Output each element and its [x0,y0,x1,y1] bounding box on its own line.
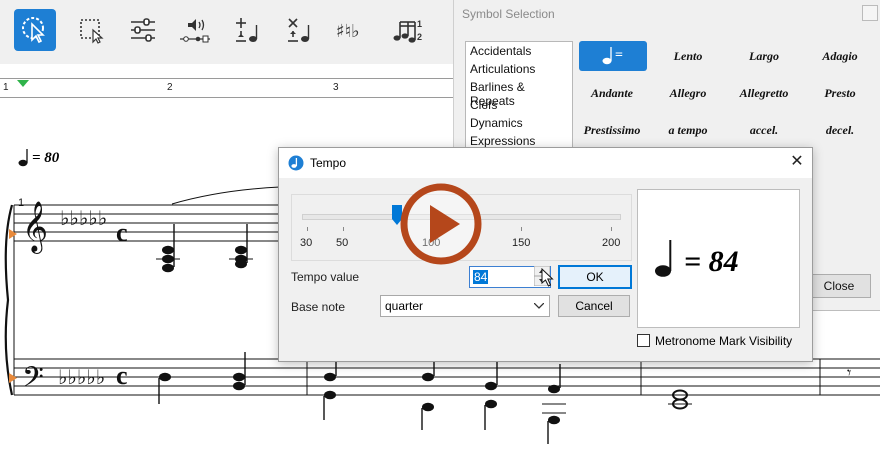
metronome-visibility-checkbox[interactable] [637,334,650,347]
symbol-selection-title: Symbol Selection [462,7,555,21]
tempo-titlebar: Tempo ✕ [279,148,812,178]
playhead-marker-icon [17,80,29,87]
symbol-presto[interactable]: Presto [807,86,873,101]
base-note-label: Base note [291,300,346,314]
symbol-largo[interactable]: Largo [731,49,797,64]
category-item[interactable]: Clefs [466,96,572,114]
symbol-adagio[interactable]: Adagio [807,49,873,64]
play-icon[interactable] [400,183,482,265]
ok-button[interactable]: OK [558,265,632,289]
ruler-measure-1: 1 [3,82,9,93]
tempo-preview-text: = 84 [684,245,739,278]
symbol-andante[interactable]: Andante [579,86,645,101]
timeline-ruler[interactable]: 1 2 3 [0,78,455,98]
delete-note-button[interactable] [278,9,320,51]
tempo-preview: = 84 [637,189,800,328]
symbol-accel[interactable]: accel. [731,123,797,138]
ruler-measure-2: 2 [167,82,173,93]
svg-text:2: 2 [417,32,422,42]
time-signature-bass: c [116,361,128,390]
delete-note-icon [288,18,310,42]
key-signature-treble: ♭♭♭♭♭ [60,206,107,230]
symbol-allegretto[interactable]: Allegretto [731,86,797,101]
category-list[interactable]: Accidentals Articulations Barlines & Rep… [465,41,573,153]
symbol-decel[interactable]: decel. [807,123,873,138]
scale-label: 150 [512,237,531,249]
quarter-note-icon [602,47,612,65]
metronome-visibility-label: Metronome Mark Visibility [655,334,793,348]
quarter-note-icon [655,240,672,277]
category-item[interactable]: Barlines & Repeats [466,78,572,108]
symbol-metronome-mark[interactable]: = [579,41,647,71]
symbol-prestissimo[interactable]: Prestissimo [579,123,645,138]
scale-label: 50 [336,237,349,249]
base-note-select[interactable]: quarter [380,295,550,317]
playback-icon [180,19,210,43]
select-tool-button[interactable] [14,9,56,51]
tempo-mark-text: = 80 [32,150,60,166]
tuplet-icon: 12 [393,19,422,43]
accidentals-icon: ♯♮♭ [336,21,360,42]
tempo-dialog-title: Tempo [310,156,347,170]
cancel-button[interactable]: Cancel [558,295,630,317]
scale-label: 30 [300,237,313,249]
treble-notes [156,224,253,273]
mixer-sliders-icon [131,18,155,42]
accidentals-button[interactable]: ♯♮♭ [330,9,372,51]
key-signature-bass: ♭♭♭♭♭ [58,365,105,389]
symbol-equals: = [615,48,623,63]
app-logo-icon [288,155,304,171]
category-item[interactable]: Accidentals [466,42,572,60]
category-item[interactable]: Dynamics [466,114,572,132]
main-toolbar: ♯♮♭ 12 [0,0,455,64]
tempo-dialog: Tempo ✕ 30 50 100 150 200 Tempo value 84… [278,147,813,362]
measure-number: 1 [18,197,24,209]
symbol-allegro[interactable]: Allegro [655,86,721,101]
symbol-a-tempo[interactable]: a tempo [655,123,721,138]
ruler-measure-3: 3 [333,82,339,93]
time-signature-treble: c [116,218,128,247]
tempo-value-text: 84 [473,270,489,284]
rectangle-select-button[interactable] [70,9,112,51]
bass-clef: 𝄢 [22,361,44,401]
bass-notes [158,352,692,444]
svg-text:1: 1 [417,19,422,29]
select-cursor-icon [22,17,45,44]
chevron-down-icon [534,303,544,309]
close-button[interactable]: Close [807,274,871,298]
tempo-value-label: Tempo value [291,270,360,284]
eighth-rest: 𝄾 [847,363,851,382]
symbol-lento[interactable]: Lento [655,49,721,64]
playback-button[interactable] [174,9,216,51]
quarter-note-icon [18,149,28,167]
mouse-cursor-icon [541,268,554,287]
maximize-button[interactable] [862,5,878,21]
add-note-icon [236,18,258,42]
tuplet-button[interactable]: 12 [386,9,428,51]
treble-clef: 𝄞 [22,201,48,254]
mixer-button[interactable] [122,9,164,51]
rectangle-select-icon [80,19,104,44]
scale-label: 200 [602,237,621,249]
category-item[interactable]: Articulations [466,60,572,78]
svg-text:♯♮♭: ♯♮♭ [336,21,360,42]
add-note-button[interactable] [226,9,268,51]
base-note-value: quarter [385,299,424,313]
close-icon[interactable]: ✕ [787,152,807,172]
